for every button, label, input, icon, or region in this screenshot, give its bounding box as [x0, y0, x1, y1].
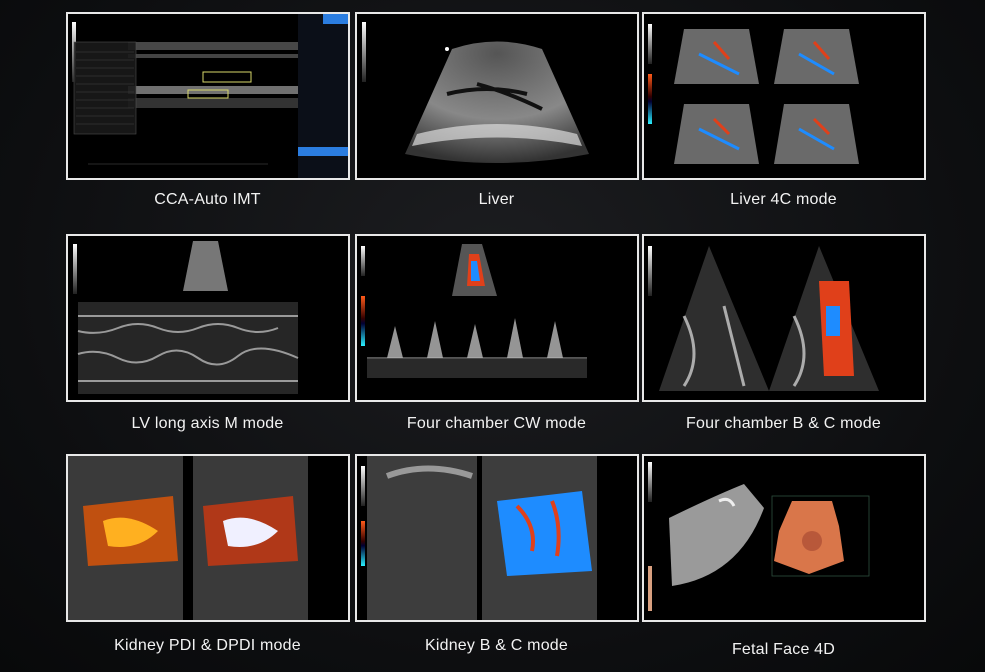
- image-four-chamber-b-c-mode: [642, 234, 926, 402]
- menu-selected-item[interactable]: [298, 147, 348, 156]
- caption-liver: Liver: [478, 191, 515, 208]
- image-fetal-face-4d: [642, 454, 926, 622]
- kidney-b-c-ultrasound-image: [361, 456, 597, 620]
- image-four-chamber-cw-mode: [355, 234, 639, 402]
- caption-fetal-face-4d: Fetal Face 4D: [731, 641, 836, 658]
- measurement-menu[interactable]: [298, 14, 348, 178]
- caption-kidney-b-c-mode: Kidney B & C mode: [424, 637, 569, 654]
- caption-kidney-pdi-dpdi-mode: Kidney PDI & DPDI mode: [114, 637, 301, 654]
- liver-ultrasound-image: [362, 22, 589, 163]
- image-kidney-b-c-mode: [355, 454, 639, 622]
- image-liver: [355, 12, 639, 180]
- caption-cca-auto-imt: CCA-Auto IMT: [154, 191, 261, 208]
- caption-four-chamber-cw-mode: Four chamber CW mode: [406, 415, 587, 432]
- cw-doppler-ultrasound-image: [361, 244, 587, 378]
- m-mode-ultrasound-image: [73, 241, 299, 394]
- menu-tab-active[interactable]: [323, 14, 348, 24]
- image-liver-4c-mode: [642, 12, 926, 180]
- caption-four-chamber-b-c-mode: Four chamber B & C mode: [686, 415, 881, 432]
- kidney-pdi-ultrasound-image: [68, 456, 308, 620]
- image-lv-long-axis-m-mode: [66, 234, 350, 402]
- fetal-4d-ultrasound-image: [648, 462, 870, 611]
- liver-4c-ultrasound-image: [648, 24, 859, 164]
- image-cca-auto-imt: [66, 12, 350, 180]
- image-kidney-pdi-dpdi-mode: [66, 454, 350, 622]
- b-c-mode-ultrasound-image: [648, 246, 879, 391]
- menu-tab[interactable]: [298, 14, 323, 24]
- caption-lv-long-axis-m-mode: LV long axis M mode: [131, 415, 284, 432]
- caption-liver-4c-mode: Liver 4C mode: [730, 191, 837, 208]
